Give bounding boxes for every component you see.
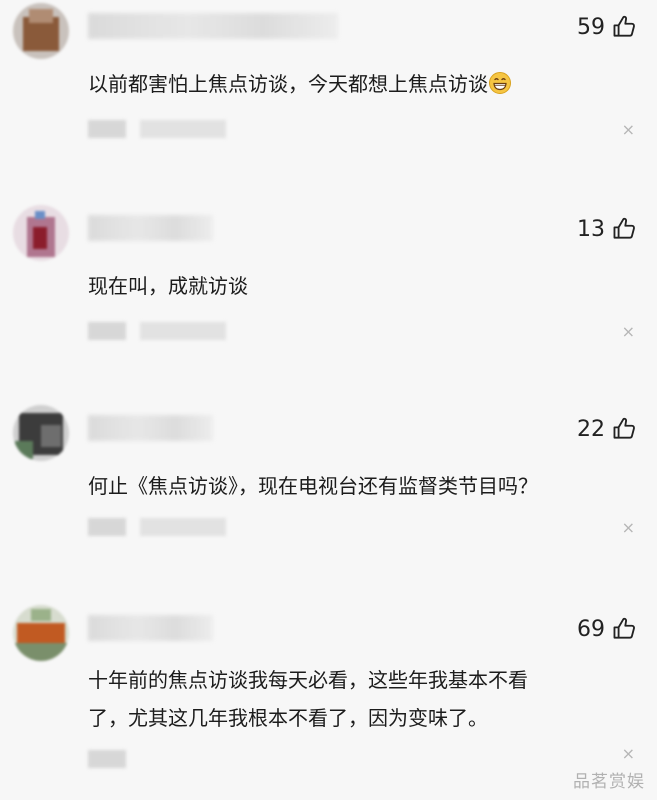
comment-meta-blurred	[88, 120, 226, 138]
watermark: 品茗赏娱	[573, 772, 645, 792]
comment-text: 现在叫，成就访谈	[88, 274, 248, 298]
comment-text: 以前都害怕上焦点访谈，今天都想上焦点访谈	[88, 65, 628, 103]
like-button[interactable]: 59	[577, 11, 637, 43]
close-icon[interactable]: ×	[622, 745, 635, 763]
comment-meta-blurred	[88, 322, 226, 340]
comment-meta-blurred	[88, 750, 140, 768]
like-count: 69	[577, 616, 605, 642]
close-icon[interactable]: ×	[622, 121, 635, 139]
like-button[interactable]: 13	[577, 213, 637, 245]
username-blurred[interactable]	[88, 13, 338, 39]
username-blurred[interactable]	[88, 415, 213, 441]
thumbs-up-icon	[611, 216, 637, 242]
username-blurred[interactable]	[88, 615, 213, 641]
comment-text: 何止《焦点访谈》，现在电视台还有监督类节目吗？	[88, 474, 538, 498]
comment-item: 59 以前都害怕上焦点访谈，今天都想上焦点访谈 ×	[0, 3, 657, 153]
close-icon[interactable]: ×	[622, 323, 635, 341]
thumbs-up-icon	[611, 14, 637, 40]
comment-meta-blurred	[88, 518, 226, 536]
thumbs-up-icon	[611, 416, 637, 442]
thumbs-up-icon	[611, 616, 637, 642]
like-count: 59	[577, 14, 605, 40]
avatar[interactable]	[13, 405, 69, 461]
avatar[interactable]	[13, 605, 69, 661]
like-count: 13	[577, 216, 605, 242]
comment-item: 22 何止《焦点访谈》，现在电视台还有监督类节目吗？ ×	[0, 405, 657, 555]
comment-item: 13 现在叫，成就访谈 ×	[0, 205, 657, 355]
like-button[interactable]: 22	[577, 413, 637, 445]
like-button[interactable]: 69	[577, 613, 637, 645]
avatar[interactable]	[13, 3, 69, 59]
username-blurred[interactable]	[88, 215, 213, 241]
close-icon[interactable]: ×	[622, 519, 635, 537]
grinning-face-emoji-icon	[489, 72, 511, 94]
comment-item: 69 十年前的焦点访谈我每天必看，这些年我基本不看 了，尤其这几年我根本不看了，…	[0, 605, 657, 800]
avatar[interactable]	[13, 205, 69, 261]
comment-text: 十年前的焦点访谈我每天必看，这些年我基本不看 了，尤其这几年我根本不看了，因为变…	[88, 668, 528, 730]
like-count: 22	[577, 416, 605, 442]
